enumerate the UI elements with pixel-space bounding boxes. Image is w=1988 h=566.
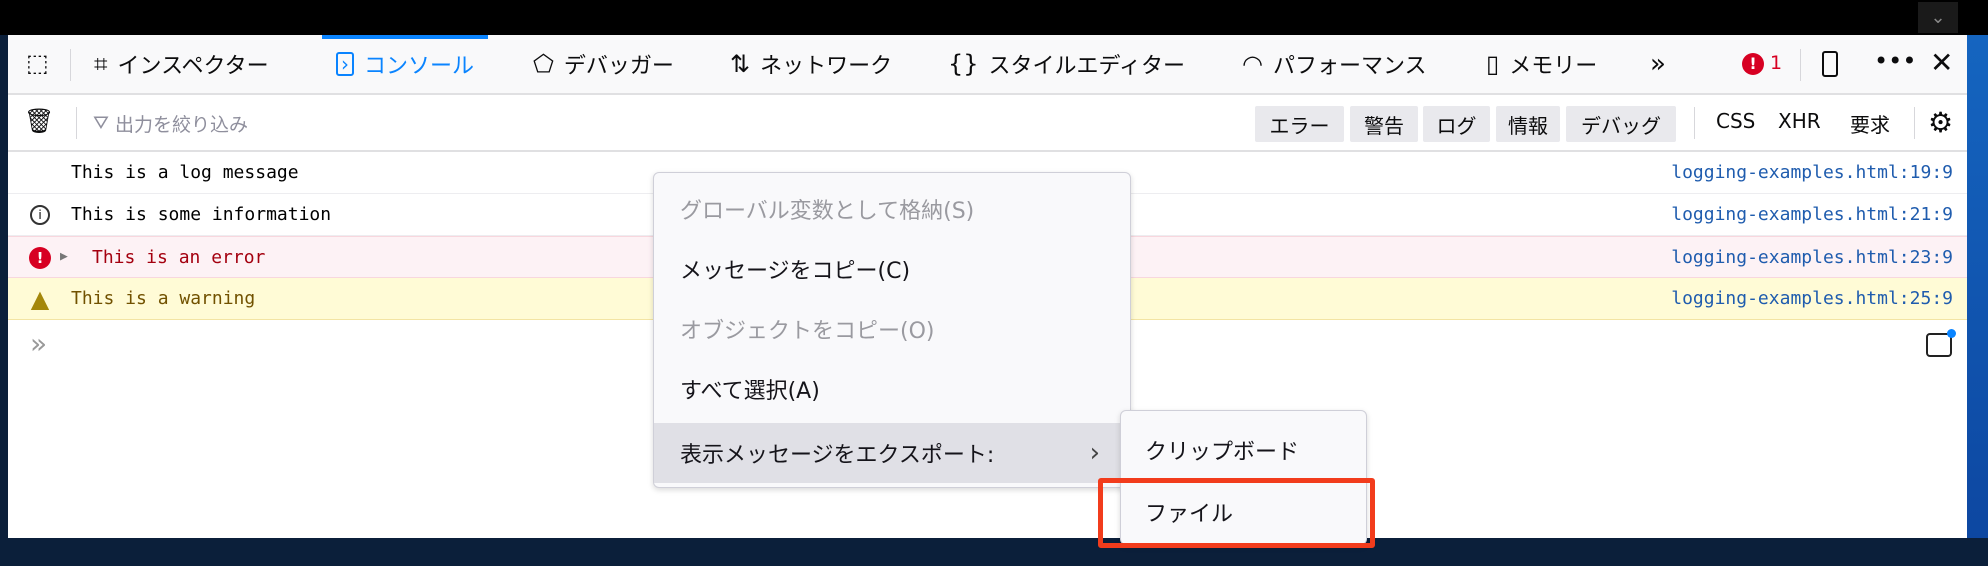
tab-label: ネットワーク [760, 54, 893, 79]
devtools-toolbar: ⬚ ⌗ インスペクター › コンソール ⬠ デバッガー ⇅ ネットワーク {} スタイルエ… [8, 35, 1967, 95]
menu-item-label: 表示メッセージをエクスポート: [680, 443, 995, 468]
divider [1694, 107, 1695, 139]
highlight-annotation-box [1098, 478, 1375, 548]
tab-style-editor[interactable]: {} スタイルエディター [948, 35, 1185, 93]
divider [76, 107, 77, 139]
warning-icon: ▲ [30, 285, 50, 313]
filter-xhr-button[interactable]: XHR [1778, 109, 1821, 133]
tab-label: パフォーマンス [1272, 54, 1427, 79]
error-count[interactable]: 1 [1770, 52, 1782, 74]
divider [1914, 107, 1915, 139]
chevron-down-icon[interactable]: ⌄ [1918, 2, 1958, 33]
message-source-link[interactable]: logging-examples.html:23:9 [1671, 247, 1953, 268]
close-icon[interactable]: ✕ [1930, 49, 1953, 77]
tab-label: デバッガー [563, 54, 674, 79]
filter-requests-button[interactable]: 要求 [1850, 109, 1890, 138]
chevron-right-icon: › [1089, 438, 1100, 468]
menu-item-store-as-global[interactable]: グローバル変数として格納(S) [654, 179, 1130, 239]
tab-network[interactable]: ⇅ ネットワーク [730, 35, 892, 93]
more-tabs-chevron-icon[interactable]: » [1650, 51, 1666, 77]
filter-css-button[interactable]: CSS [1716, 109, 1755, 133]
divider [70, 49, 71, 81]
style-editor-icon: {} [948, 50, 979, 78]
filter-bar: 🗑 ⛛ 出力を絞り込み エラー 警告 ログ 情報 デバッグ CSS XHR 要求… [8, 95, 1967, 152]
more-options-icon[interactable]: ••• [1874, 49, 1916, 73]
message-text: This is an error [92, 247, 266, 268]
message-text: This is a log message [71, 162, 299, 183]
message-source-link[interactable]: logging-examples.html:19:9 [1671, 162, 1953, 183]
trash-icon[interactable]: 🗑 [24, 109, 54, 133]
notification-dot [1947, 329, 1956, 338]
menu-item-copy-message[interactable]: メッセージをコピー(C) [654, 239, 1130, 299]
expand-triangle-icon[interactable]: ▶ [60, 249, 68, 264]
submenu-item-clipboard[interactable]: クリップボード [1121, 419, 1366, 481]
info-icon: i [28, 203, 52, 227]
filter-info-button[interactable]: 情報 [1496, 106, 1560, 142]
menu-item-copy-object[interactable]: オブジェクトをコピー(O) [654, 299, 1130, 359]
menu-item-select-all[interactable]: すべて選択(A) [654, 359, 1130, 419]
menu-item-export-visible-messages[interactable]: 表示メッセージをエクスポート: › [654, 423, 1130, 483]
tab-label: インスペクター [117, 54, 269, 79]
memory-icon: ▯ [1486, 50, 1500, 78]
debugger-icon: ⬠ [533, 50, 554, 78]
dock-toggle-icon[interactable] [1822, 51, 1838, 77]
message-text: This is a warning [71, 288, 256, 309]
divider [1800, 49, 1801, 81]
error-icon: ! [28, 246, 52, 270]
filter-errors-button[interactable]: エラー [1255, 106, 1344, 142]
inspector-icon: ⌗ [94, 50, 108, 78]
filter-warnings-button[interactable]: 警告 [1350, 106, 1418, 142]
prompt-chevron-icon: » [30, 327, 48, 360]
context-menu: グローバル変数として格納(S) メッセージをコピー(C) オブジェクトをコピー(… [653, 172, 1131, 488]
message-source-link[interactable]: logging-examples.html:25:9 [1671, 288, 1953, 309]
filter-logs-button[interactable]: ログ [1423, 106, 1490, 142]
filter-debug-button[interactable]: デバッグ [1566, 106, 1676, 142]
message-text: This is some information [71, 204, 332, 225]
tab-label: メモリー [1509, 54, 1598, 79]
tab-label: スタイルエディター [988, 54, 1186, 79]
filter-input[interactable]: ⛛ 出力を絞り込み [93, 105, 1243, 141]
tab-performance[interactable]: ◠ パフォーマンス [1242, 35, 1427, 93]
tab-console[interactable]: › コンソール [321, 35, 489, 93]
tab-inspector[interactable]: ⌗ インスペクター [94, 35, 269, 93]
error-icon[interactable]: ! [1742, 53, 1764, 75]
tab-label: コンソール [364, 54, 475, 79]
tab-memory[interactable]: ▯ メモリー [1486, 35, 1597, 93]
network-icon: ⇅ [730, 50, 751, 78]
window-title-bar: ⌄ [0, 0, 1988, 35]
filter-placeholder: 出力を絞り込み [114, 113, 248, 136]
desktop-background [0, 35, 8, 538]
filter-icon: ⛛ [93, 112, 109, 134]
gear-icon[interactable]: ⚙ [1928, 109, 1953, 137]
message-source-link[interactable]: logging-examples.html:21:9 [1671, 204, 1953, 225]
tab-debugger[interactable]: ⬠ デバッガー [533, 35, 674, 93]
console-icon: › [336, 52, 354, 76]
element-picker-icon[interactable]: ⬚ [26, 51, 49, 75]
desktop-background [1967, 35, 1988, 538]
performance-icon: ◠ [1242, 50, 1263, 78]
